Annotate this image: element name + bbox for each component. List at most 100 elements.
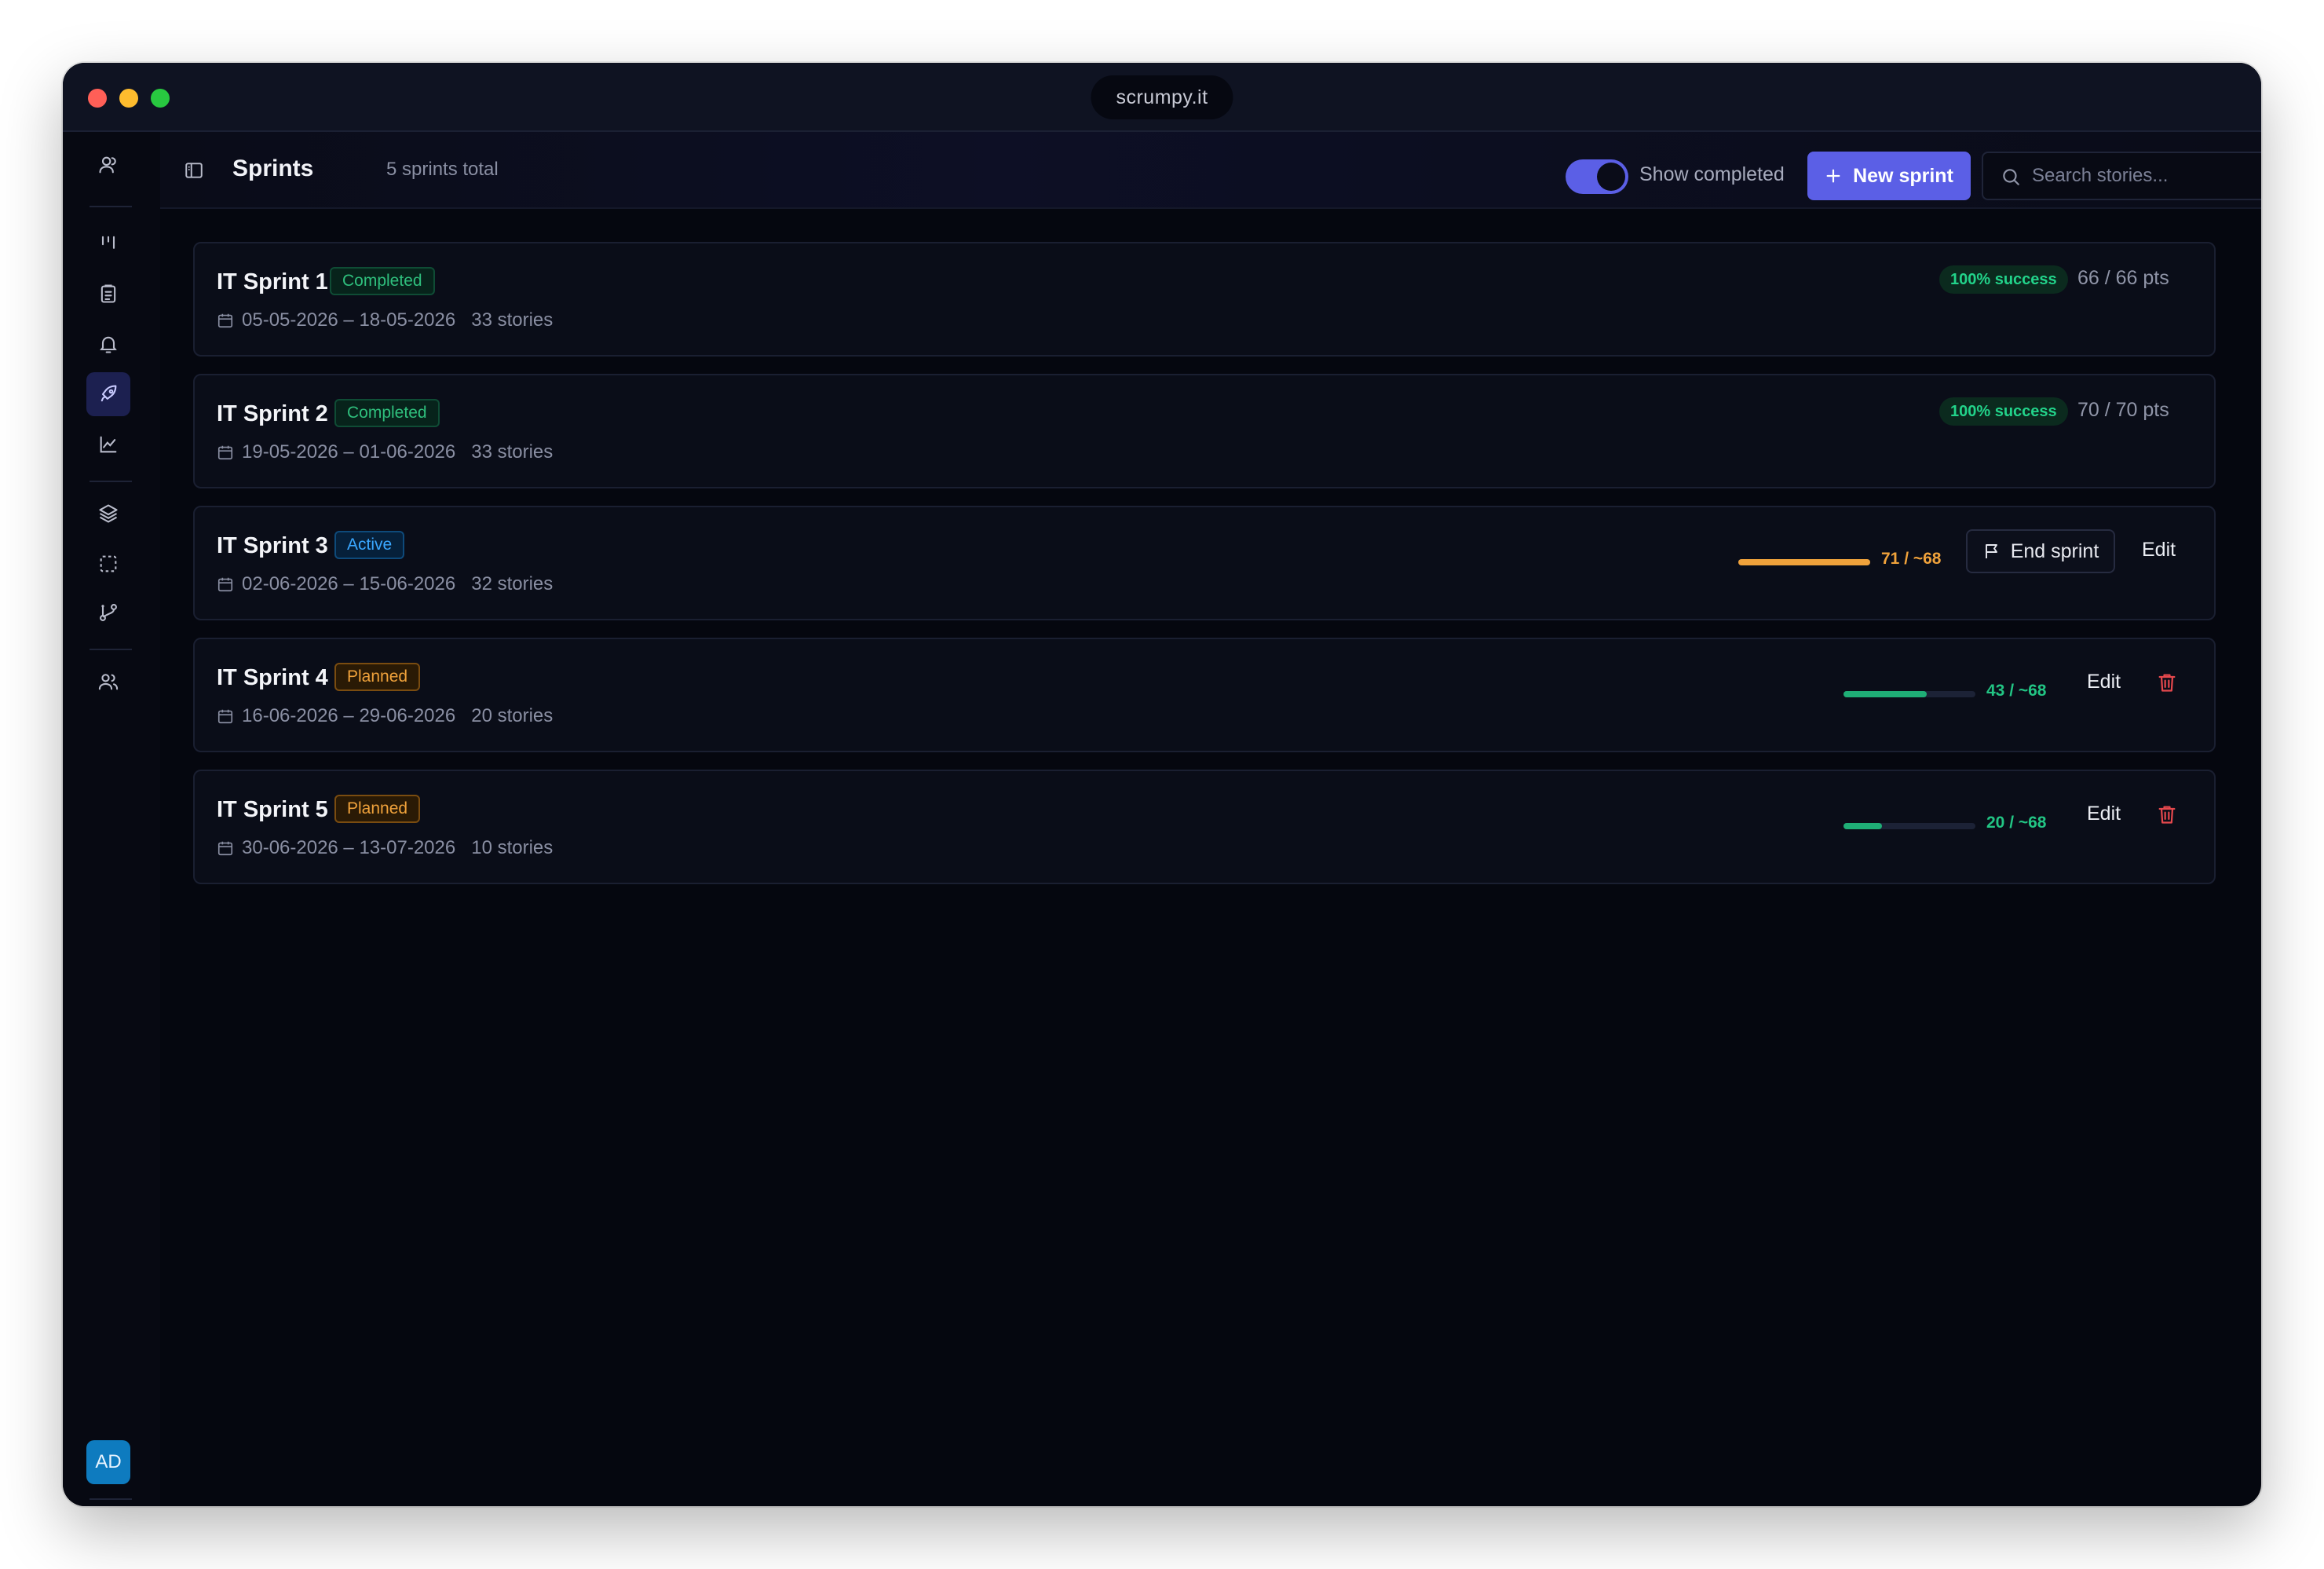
maximize-window-button[interactable] — [151, 89, 170, 108]
sprint-dates: 02-06-2026 – 15-06-2026 — [242, 573, 456, 594]
sidebar-item-board[interactable] — [86, 221, 130, 265]
sidebar-item-reports[interactable] — [86, 422, 130, 466]
capacity-bar-fill — [1843, 823, 1882, 829]
main-content: Sprints 5 sprints total Show completed N… — [160, 132, 2261, 1506]
sprint-card[interactable]: IT Sprint 1 Completed 05-05-2026 – 18-05… — [193, 242, 2216, 357]
capacity-text: 43 / ~68 — [1986, 682, 2047, 700]
sprint-meta: 16-06-2026 – 29-06-2026 20 stories — [217, 705, 553, 727]
capacity-bar-fill — [1843, 691, 1927, 697]
url-bar[interactable]: scrumpy.it — [1091, 75, 1233, 119]
sidebar-item-profile[interactable] — [86, 143, 130, 187]
sprint-name: IT Sprint 1 — [217, 269, 328, 294]
edit-button[interactable]: Edit — [2087, 671, 2121, 693]
calendar-icon — [217, 313, 233, 328]
sprint-name: IT Sprint 4 — [217, 665, 328, 690]
success-badge: 100% success — [1939, 265, 2068, 294]
sprint-card[interactable]: IT Sprint 2 Completed 19-05-2026 – 01-06… — [193, 374, 2216, 488]
show-completed-label: Show completed — [1639, 163, 1785, 185]
page-header: Sprints 5 sprints total Show completed N… — [160, 132, 2261, 209]
points-total: 70 / 70 pts — [2077, 399, 2169, 421]
toggle-knob — [1597, 163, 1625, 191]
new-sprint-button[interactable]: New sprint — [1807, 152, 1971, 200]
sidebar-item-notifications[interactable] — [86, 322, 130, 366]
chart-line-icon — [100, 436, 117, 453]
points-total: 66 / 66 pts — [2077, 267, 2169, 289]
status-badge: Planned — [334, 663, 421, 691]
app-window: scrumpy.it AD Sprints 5 sprints total Sh… — [63, 63, 2261, 1506]
git-branch-icon — [100, 604, 117, 621]
story-count: 32 stories — [471, 573, 554, 594]
sprint-meta: 30-06-2026 – 13-07-2026 10 stories — [217, 837, 553, 859]
sprint-name: IT Sprint 3 — [217, 533, 328, 558]
search-input[interactable] — [2032, 153, 2261, 199]
rocket-icon — [100, 385, 117, 402]
clipboard-icon — [100, 284, 116, 303]
story-count: 10 stories — [471, 837, 554, 858]
users-icon — [99, 156, 116, 174]
capacity-bar — [1738, 559, 1870, 565]
sprint-dates: 19-05-2026 – 01-06-2026 — [242, 441, 456, 463]
sidebar-item-sprints[interactable] — [86, 372, 130, 416]
sidebar-divider — [90, 649, 132, 650]
team-icon — [98, 674, 119, 690]
trash-icon[interactable] — [2156, 671, 2178, 694]
page-title: Sprints — [232, 155, 314, 181]
end-sprint-label: End sprint — [2010, 539, 2099, 562]
status-badge: Completed — [330, 267, 435, 295]
minimize-window-button[interactable] — [119, 89, 138, 108]
sprint-dates: 16-06-2026 – 29-06-2026 — [242, 705, 456, 726]
new-sprint-label: New sprint — [1853, 164, 1953, 187]
status-badge: Completed — [334, 399, 440, 427]
plus-icon — [1826, 169, 1840, 183]
avatar[interactable]: AD — [86, 1440, 130, 1484]
capacity-bar — [1843, 691, 1975, 697]
end-sprint-button[interactable]: End sprint — [1966, 529, 2115, 573]
close-window-button[interactable] — [88, 89, 107, 108]
capacity-text: 71 / ~68 — [1881, 550, 1942, 568]
sprint-meta: 19-05-2026 – 01-06-2026 33 stories — [217, 441, 553, 463]
status-badge: Active — [334, 531, 405, 559]
trash-icon[interactable] — [2156, 803, 2178, 826]
edit-button[interactable]: Edit — [2142, 539, 2176, 561]
sprint-card[interactable]: IT Sprint 3 Active 02-06-2026 – 15-06-20… — [193, 506, 2216, 620]
calendar-icon — [217, 445, 233, 460]
sidebar-item-branches[interactable] — [86, 591, 130, 635]
sidebar-item-selection[interactable] — [86, 542, 130, 586]
select-dashed-icon — [100, 555, 117, 572]
kanban-icon — [101, 236, 115, 249]
sprint-dates: 05-05-2026 – 18-05-2026 — [242, 309, 456, 331]
sidebar-item-layers[interactable] — [86, 492, 130, 536]
calendar-icon — [217, 577, 233, 592]
sidebar-divider — [90, 481, 132, 482]
capacity-text: 20 / ~68 — [1986, 814, 2047, 832]
capacity-bar — [1843, 823, 1975, 829]
show-completed-toggle[interactable] — [1566, 159, 1628, 194]
story-count: 33 stories — [471, 441, 554, 463]
sprint-card[interactable]: IT Sprint 4 Planned 16-06-2026 – 29-06-2… — [193, 638, 2216, 752]
search-box[interactable] — [1982, 152, 2261, 200]
search-icon — [2003, 169, 2019, 185]
sprint-card[interactable]: IT Sprint 5 Planned 30-06-2026 – 13-07-2… — [193, 770, 2216, 884]
sidebar-divider — [90, 206, 132, 207]
sprint-name: IT Sprint 2 — [217, 401, 328, 426]
sprint-meta: 02-06-2026 – 15-06-2026 32 stories — [217, 573, 553, 595]
flag-icon — [1985, 544, 1997, 558]
success-badge: 100% success — [1939, 397, 2068, 426]
story-count: 20 stories — [471, 705, 554, 726]
sidebar-item-team[interactable] — [86, 660, 130, 704]
calendar-icon — [217, 709, 233, 724]
status-badge: Planned — [334, 795, 421, 823]
title-bar: scrumpy.it — [63, 63, 2261, 132]
sprint-list: IT Sprint 1 Completed 05-05-2026 – 18-05… — [193, 242, 2216, 902]
story-count: 33 stories — [471, 309, 554, 331]
bell-icon — [100, 336, 117, 353]
sidebar: AD — [63, 132, 160, 1506]
sprint-dates: 30-06-2026 – 13-07-2026 — [242, 837, 456, 858]
sidebar-item-backlog[interactable] — [86, 272, 130, 316]
sidebar-toggle-icon[interactable] — [184, 160, 204, 181]
sprint-meta: 05-05-2026 – 18-05-2026 33 stories — [217, 309, 553, 331]
sprint-name: IT Sprint 5 — [217, 797, 328, 822]
calendar-icon — [217, 841, 233, 856]
sidebar-divider — [90, 1498, 132, 1500]
edit-button[interactable]: Edit — [2087, 803, 2121, 825]
